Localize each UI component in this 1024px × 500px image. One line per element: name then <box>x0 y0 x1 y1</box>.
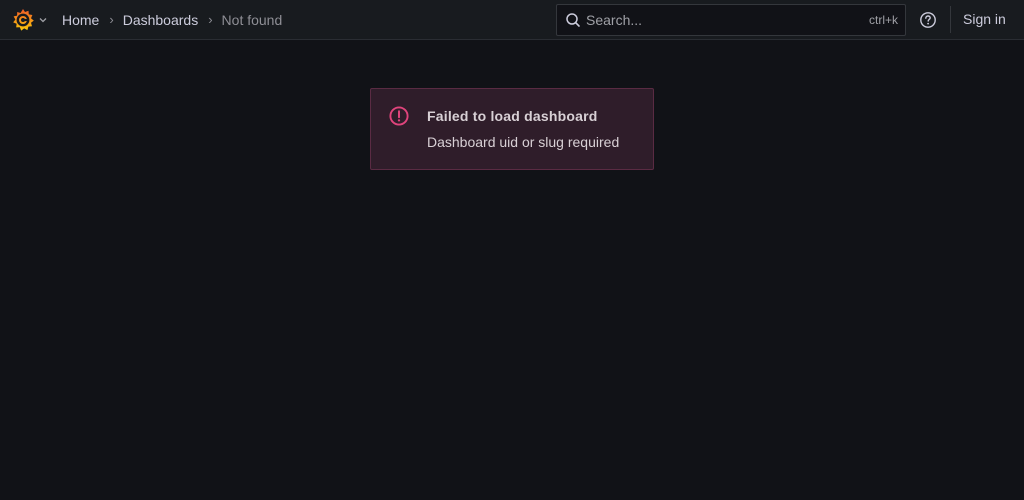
alert-message: Dashboard uid or slug required <box>427 134 620 150</box>
search-bar[interactable]: Search... ctrl+k <box>556 4 906 36</box>
breadcrumb-dashboards-link[interactable]: Dashboards <box>123 12 199 28</box>
breadcrumb-current-page: Not found <box>221 11 283 28</box>
home-menu-button[interactable] <box>10 7 50 33</box>
chevron-down-icon <box>39 18 47 23</box>
top-navbar: Home › Dashboards › Not found Search... … <box>0 0 1024 40</box>
breadcrumb-separator: › <box>208 12 213 27</box>
breadcrumb-home-link[interactable]: Home <box>62 12 99 28</box>
topbar-divider <box>950 6 951 33</box>
breadcrumb-separator: › <box>109 12 114 27</box>
search-input-placeholder[interactable]: Search... <box>586 12 869 28</box>
breadcrumb: Home › Dashboards › Not found <box>62 0 282 39</box>
search-shortcut-hint: ctrl+k <box>868 13 898 27</box>
grafana-logo-icon <box>13 9 34 31</box>
exclamation-circle-icon <box>389 106 409 126</box>
help-circle-icon[interactable] <box>918 10 938 30</box>
sign-in-link[interactable]: Sign in <box>963 0 1006 39</box>
search-icon <box>566 13 580 27</box>
error-alert: Failed to load dashboard Dashboard uid o… <box>370 88 654 170</box>
alert-title: Failed to load dashboard <box>427 108 598 124</box>
